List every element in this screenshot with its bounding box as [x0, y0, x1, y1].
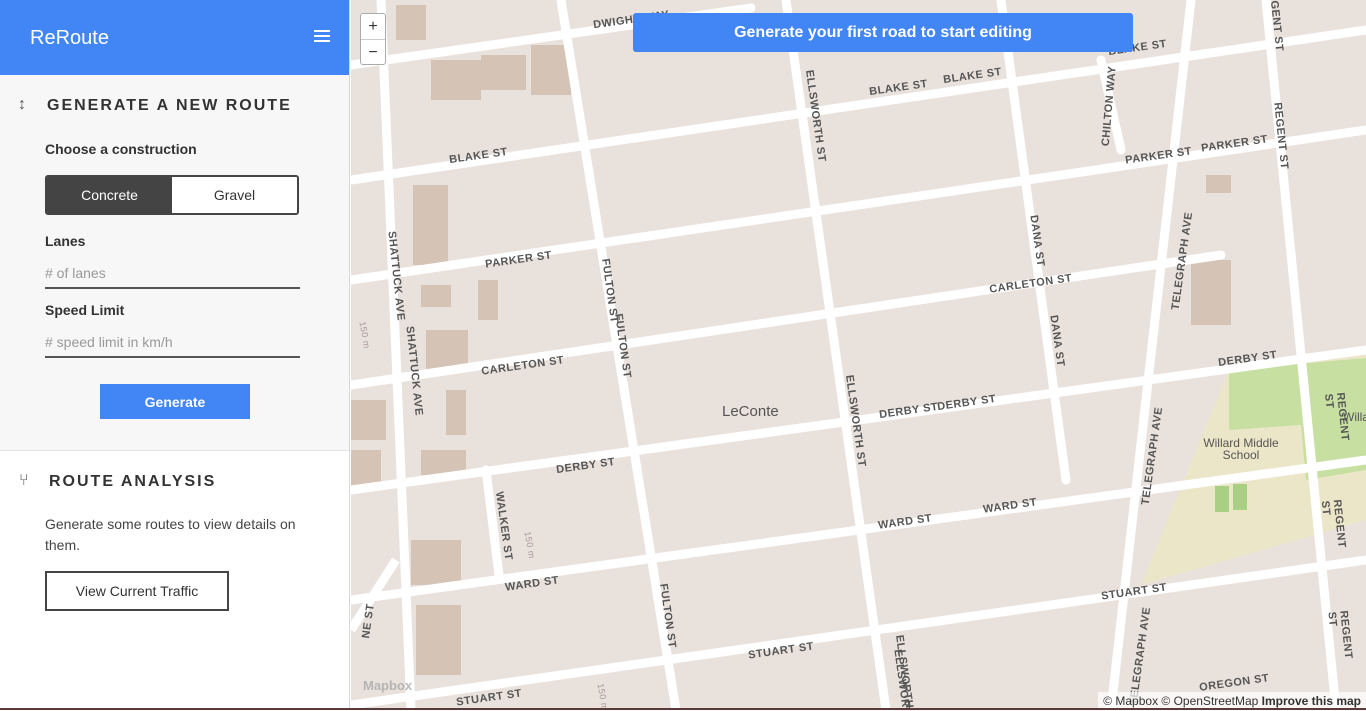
- street-label: FULTON ST: [612, 312, 634, 380]
- scale-label: 150 m: [522, 530, 538, 560]
- construction-option-gravel[interactable]: Gravel: [172, 177, 297, 213]
- street-labels: DWIGHT WAY BLAKE ST BLAKE ST BLAKE ST BL…: [351, 0, 1366, 710]
- street-label: REGENT ST: [1325, 609, 1355, 660]
- street-label: DERBY ST: [878, 400, 939, 422]
- attribution-text[interactable]: © Mapbox © OpenStreetMap: [1103, 694, 1258, 708]
- construction-toggle: Concrete Gravel: [45, 175, 299, 215]
- street-label: NE ST: [360, 602, 377, 640]
- street-label: WARD ST: [982, 496, 1038, 516]
- street-label: PARKER ST: [1124, 145, 1193, 167]
- street-label: DERBY ST: [936, 392, 997, 414]
- street-label: TELEGRAPH AVE: [1169, 211, 1196, 311]
- street-label: SHATTUCK AVE: [385, 230, 407, 322]
- street-label: WARD ST: [504, 574, 560, 594]
- speed-limit-label: Speed Limit: [45, 302, 125, 318]
- street-label: PARKER ST: [484, 249, 553, 271]
- street-label: DANA ST: [1047, 314, 1067, 368]
- route-analysis-text: Generate some routes to view details on …: [45, 516, 296, 553]
- view-current-traffic-button[interactable]: View Current Traffic: [45, 571, 229, 611]
- street-label: GENT ST: [1267, 0, 1286, 53]
- vertical-arrows-icon: ↕: [18, 96, 26, 113]
- street-label: WARD ST: [877, 512, 933, 532]
- route-analysis-panel: ⑂ ROUTE ANALYSIS Generate some routes to…: [0, 450, 349, 711]
- street-label: BLAKE ST: [868, 77, 929, 99]
- start-editing-banner[interactable]: Generate your first road to start editin…: [633, 13, 1133, 52]
- scale-label: 150 m: [595, 682, 611, 710]
- street-label: STUART ST: [747, 640, 815, 662]
- street-label: CARLETON ST: [988, 272, 1073, 296]
- street-label: DERBY ST: [1217, 348, 1278, 370]
- scale-label: 150 m: [357, 320, 373, 350]
- zoom-out-button[interactable]: −: [361, 40, 385, 65]
- sidebar: ReRoute ↕ GENERATE A NEW ROUTE Choose a …: [0, 0, 350, 711]
- hamburger-menu-icon[interactable]: [314, 30, 330, 44]
- street-label: ELLSWORTH ST: [842, 374, 868, 468]
- street-label: STUART ST: [1100, 581, 1168, 603]
- construction-label: Choose a construction: [45, 141, 197, 157]
- street-label: FULTON ST: [657, 582, 679, 650]
- fork-icon: ⑂: [19, 472, 29, 489]
- street-label: REGENT ST: [1271, 101, 1291, 171]
- street-label: TELEGRAPH AVE: [1139, 406, 1166, 506]
- street-label: BLAKE ST: [942, 65, 1003, 87]
- street-label: DANA ST: [1027, 214, 1047, 268]
- route-analysis-heading: ROUTE ANALYSIS: [49, 473, 217, 490]
- mapbox-logo[interactable]: Mapbox: [363, 678, 412, 693]
- poi-label: Willa: [1343, 410, 1366, 424]
- school-label-line: School: [1222, 448, 1260, 462]
- speed-limit-input[interactable]: [45, 328, 300, 358]
- street-label: TELEGRAPH AVE: [1127, 606, 1154, 706]
- street-label: WALKER ST: [492, 490, 515, 562]
- street-label: SHATTUCK AVE: [403, 325, 425, 417]
- street-label: OREGON ST: [1198, 672, 1271, 694]
- generate-route-heading: GENERATE A NEW ROUTE: [47, 97, 292, 114]
- improve-map-link[interactable]: Improve this map: [1262, 694, 1361, 708]
- zoom-in-button[interactable]: +: [361, 14, 385, 40]
- app-title: ReRoute: [30, 27, 109, 49]
- lanes-input[interactable]: [45, 259, 300, 289]
- generate-button[interactable]: Generate: [100, 384, 250, 419]
- street-label: BLAKE ST: [448, 145, 509, 167]
- construction-option-concrete[interactable]: Concrete: [47, 177, 172, 213]
- lanes-label: Lanes: [45, 233, 86, 249]
- street-label: STUART ST: [455, 687, 523, 709]
- neighborhood-label: LeConte: [722, 403, 779, 420]
- street-label: CHILTON WAY: [1099, 65, 1119, 147]
- street-label: DERBY ST: [555, 455, 616, 477]
- street-label: REGENT ST: [1318, 498, 1348, 549]
- street-label: CARLETON ST: [480, 354, 565, 378]
- street-label: PARKER ST: [1200, 133, 1269, 155]
- app-header: ReRoute: [0, 0, 349, 75]
- map-view[interactable]: DWIGHT WAY BLAKE ST BLAKE ST BLAKE ST BL…: [351, 0, 1366, 710]
- school-label: Willard Middle School: [1196, 437, 1286, 461]
- zoom-control: + −: [360, 13, 386, 65]
- street-label: ELLSWORTH ST: [802, 69, 828, 163]
